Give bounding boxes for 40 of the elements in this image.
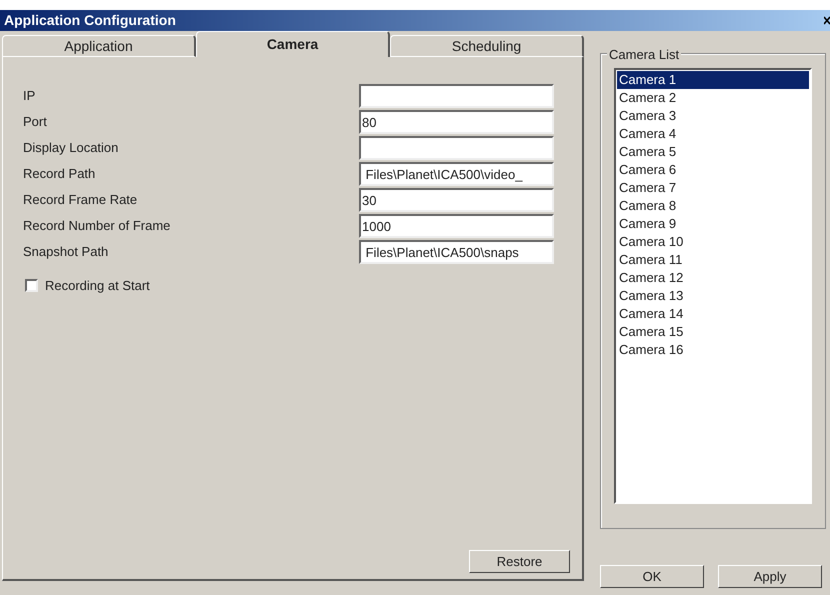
list-item[interactable]: Camera 7 xyxy=(617,179,809,197)
list-item[interactable]: Camera 10 xyxy=(617,233,809,251)
field-label: Display Location xyxy=(23,139,120,158)
field-label: IP xyxy=(23,87,36,106)
list-item[interactable]: Camera 13 xyxy=(617,287,809,305)
list-item[interactable]: Camera 11 xyxy=(617,251,809,269)
list-item[interactable]: Camera 8 xyxy=(617,197,809,215)
input-field[interactable]: Files\Planet\ICA500\video_ xyxy=(359,162,554,186)
list-item[interactable]: Camera 9 xyxy=(617,215,809,233)
input-field[interactable]: 80 xyxy=(359,110,554,134)
input-field[interactable]: Files\Planet\ICA500\snaps xyxy=(359,240,554,264)
input-field[interactable]: 30 xyxy=(359,188,554,212)
field-label: Record Path xyxy=(23,165,96,184)
checkbox[interactable] xyxy=(25,279,38,292)
list-item[interactable]: Camera 16 xyxy=(617,341,809,359)
close-icon[interactable] xyxy=(824,16,830,25)
list-item[interactable]: Camera 12 xyxy=(617,269,809,287)
list-item[interactable]: Camera 1 xyxy=(617,71,809,89)
tab[interactable]: Camera xyxy=(196,31,390,57)
dialog-button[interactable]: OK xyxy=(600,565,704,588)
input-field[interactable] xyxy=(359,84,554,108)
list-item[interactable]: Camera 3 xyxy=(617,107,809,125)
restore-button[interactable]: Restore xyxy=(469,550,570,573)
tab[interactable]: Scheduling xyxy=(390,35,584,57)
field-label: Port xyxy=(23,113,48,132)
field-label: Snapshot Path xyxy=(23,243,110,262)
field-label: Record Number of Frame xyxy=(23,217,172,236)
input-field[interactable] xyxy=(359,136,554,160)
checkbox-label: Recording at Start xyxy=(45,277,150,295)
list-item[interactable]: Camera 14 xyxy=(617,305,809,323)
list-item[interactable]: Camera 5 xyxy=(617,143,809,161)
window-title: Application Configuration xyxy=(4,11,176,30)
list-item[interactable]: Camera 15 xyxy=(617,323,809,341)
list-item[interactable]: Camera 6 xyxy=(617,161,809,179)
list-item[interactable]: Camera 4 xyxy=(617,125,809,143)
dialog-button[interactable]: Apply xyxy=(718,565,822,588)
input-field[interactable]: 1000 xyxy=(359,214,554,238)
tab[interactable]: Application xyxy=(2,35,196,57)
list-item[interactable]: Camera 2 xyxy=(617,89,809,107)
field-label: Record Frame Rate xyxy=(23,191,138,210)
